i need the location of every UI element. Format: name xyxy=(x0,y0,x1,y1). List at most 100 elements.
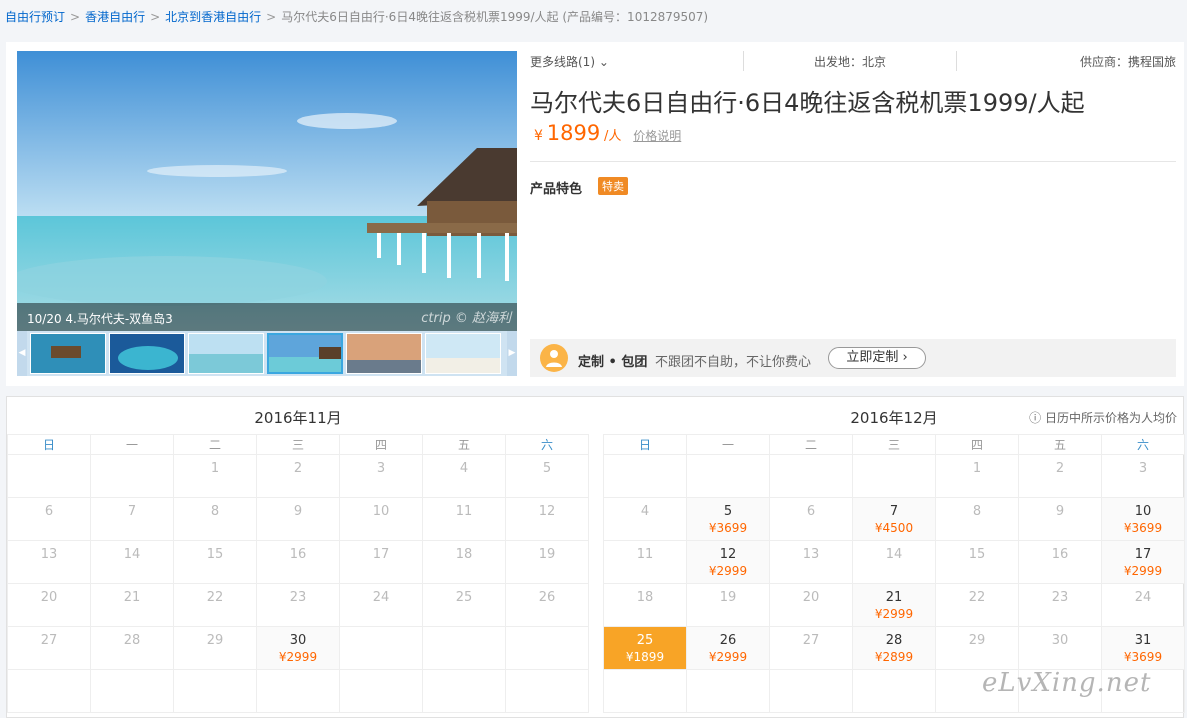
day-number: 30 xyxy=(1051,633,1069,648)
day-number: 30 xyxy=(289,633,307,648)
product-meta: 更多线路(1) ⌄ 出发地：北京 供应商：携程国旅 xyxy=(530,51,1176,71)
day-number: 21 xyxy=(123,590,141,605)
day-number: 4 xyxy=(459,461,469,476)
day-price: ¥2899 xyxy=(874,650,914,664)
thumbnail[interactable] xyxy=(30,333,106,374)
calendar-day xyxy=(769,669,853,713)
calendar-day-available[interactable]: 21 ¥2999 xyxy=(852,583,936,627)
calendar-day xyxy=(769,454,853,498)
breadcrumb-current: 马尔代夫6日自由行·6日4晚往返含税机票1999/人起 xyxy=(281,10,559,24)
breadcrumb-link-hongkong[interactable]: 香港自由行 xyxy=(85,10,145,24)
calendar-day xyxy=(422,626,506,670)
price-value: 1899 xyxy=(546,121,601,145)
calendar-week-row: 11 12 ¥2999 13 14 15 16 17 ¥2999 xyxy=(603,540,1185,584)
calendar-day: 16 xyxy=(256,540,340,584)
thumbnail[interactable] xyxy=(346,333,422,374)
day-number: 28 xyxy=(123,633,141,648)
thumbnail-next-button[interactable]: ▶ xyxy=(507,331,517,376)
calendar-day: 8 xyxy=(935,497,1019,541)
day-price: ¥3699 xyxy=(1123,521,1163,535)
breadcrumb-separator: > xyxy=(266,10,277,24)
calendar-day-available[interactable]: 31 ¥3699 xyxy=(1101,626,1185,670)
price-unit: /人 xyxy=(604,129,622,144)
day-number: 23 xyxy=(1051,590,1069,605)
calendar-day xyxy=(90,669,174,713)
calendar-legend: ⓘ 日历中所示价格为人均价 xyxy=(1029,411,1177,425)
day-number: 22 xyxy=(968,590,986,605)
thumbnail[interactable] xyxy=(425,333,501,374)
calendar-day: 30 xyxy=(1018,626,1102,670)
day-number: 26 xyxy=(538,590,556,605)
price-note-link[interactable]: 价格说明 xyxy=(633,129,681,143)
calendar-grid: 日一二三四五六 1 2 3 4 5 6 7 8 9 10 11 12 13 14 15 16 17 18 19 20 21… xyxy=(7,434,589,713)
calendar-week-row: 6 7 8 9 10 11 12 xyxy=(7,497,589,541)
calendar-day-available[interactable]: 28 ¥2899 xyxy=(852,626,936,670)
calendar-day: 9 xyxy=(1018,497,1102,541)
weekday-header: 二 xyxy=(769,434,853,455)
calendar-week-row: 13 14 15 16 17 18 19 xyxy=(7,540,589,584)
calendar-day-available[interactable]: 17 ¥2999 xyxy=(1101,540,1185,584)
day-number: 17 xyxy=(1134,547,1152,562)
calendar-day: 15 xyxy=(935,540,1019,584)
more-routes-dropdown[interactable]: 更多线路(1) ⌄ xyxy=(530,53,609,70)
day-number: 7 xyxy=(127,504,137,519)
day-number: 13 xyxy=(802,547,820,562)
divider xyxy=(956,51,957,71)
calendar-day: 4 xyxy=(422,454,506,498)
day-number: 20 xyxy=(802,590,820,605)
day-number: 31 xyxy=(1134,633,1152,648)
calendar-day: 28 xyxy=(90,626,174,670)
main-photo[interactable]: 10/20 4.马尔代夫-双鱼岛3 ctrip © 赵海利 xyxy=(17,51,517,331)
weekday-header: 四 xyxy=(935,434,1019,455)
calendar-day-available[interactable]: 30 ¥2999 xyxy=(256,626,340,670)
calendar-day: 22 xyxy=(935,583,1019,627)
day-number: 16 xyxy=(1051,547,1069,562)
calendar-day xyxy=(256,669,340,713)
customize-now-button[interactable]: 立即定制 › xyxy=(828,347,926,369)
calendar-day: 29 xyxy=(173,626,257,670)
breadcrumb-separator: > xyxy=(150,10,161,24)
calendar-day xyxy=(7,669,91,713)
calendar-day: 8 xyxy=(173,497,257,541)
photo-watermark: ctrip © 赵海利 xyxy=(421,311,511,326)
calendar-day xyxy=(686,669,770,713)
calendar-day: 5 xyxy=(505,454,589,498)
calendar-day: 3 xyxy=(1101,454,1185,498)
day-price: ¥4500 xyxy=(874,521,914,535)
calendar-day-available[interactable]: 10 ¥3699 xyxy=(1101,497,1185,541)
day-price: ¥3699 xyxy=(708,521,748,535)
calendar-day: 24 xyxy=(339,583,423,627)
thumbnail-prev-button[interactable]: ◀ xyxy=(17,331,27,376)
breadcrumb-link-beijing-hongkong[interactable]: 北京到香港自由行 xyxy=(165,10,261,24)
calendar-day: 16 xyxy=(1018,540,1102,584)
day-number: 29 xyxy=(206,633,224,648)
thumbnail[interactable] xyxy=(109,333,185,374)
calendar-day: 14 xyxy=(852,540,936,584)
divider xyxy=(743,51,744,71)
breadcrumb-link-free-travel[interactable]: 自由行预订 xyxy=(5,10,65,24)
calendar-day: 3 xyxy=(339,454,423,498)
calendar-day-available[interactable]: 26 ¥2999 xyxy=(686,626,770,670)
weekday-header: 五 xyxy=(422,434,506,455)
thumbnail-selected[interactable] xyxy=(267,333,343,374)
calendar-day: 19 xyxy=(686,583,770,627)
day-number: 17 xyxy=(372,547,390,562)
weekday-header: 一 xyxy=(686,434,770,455)
calendar-day: 25 xyxy=(422,583,506,627)
product-code: (产品编号：1012879507) xyxy=(562,10,709,24)
calendar-day: 4 xyxy=(603,497,687,541)
calendar-day: 18 xyxy=(603,583,687,627)
weekday-header: 三 xyxy=(256,434,340,455)
calendar-week-row xyxy=(7,669,589,713)
calendar-day-available[interactable]: 12 ¥2999 xyxy=(686,540,770,584)
product-price: ¥ 1899 /人 价格说明 xyxy=(534,121,681,145)
calendar-day-available[interactable]: 25 ¥1899 xyxy=(603,626,687,670)
calendar-day: 13 xyxy=(769,540,853,584)
calendar-day xyxy=(852,669,936,713)
calendar-day: 23 xyxy=(1018,583,1102,627)
calendar-day-available[interactable]: 5 ¥3699 xyxy=(686,497,770,541)
day-number: 6 xyxy=(806,504,816,519)
calendar-day: 12 xyxy=(505,497,589,541)
calendar-day-available[interactable]: 7 ¥4500 xyxy=(852,497,936,541)
thumbnail[interactable] xyxy=(188,333,264,374)
